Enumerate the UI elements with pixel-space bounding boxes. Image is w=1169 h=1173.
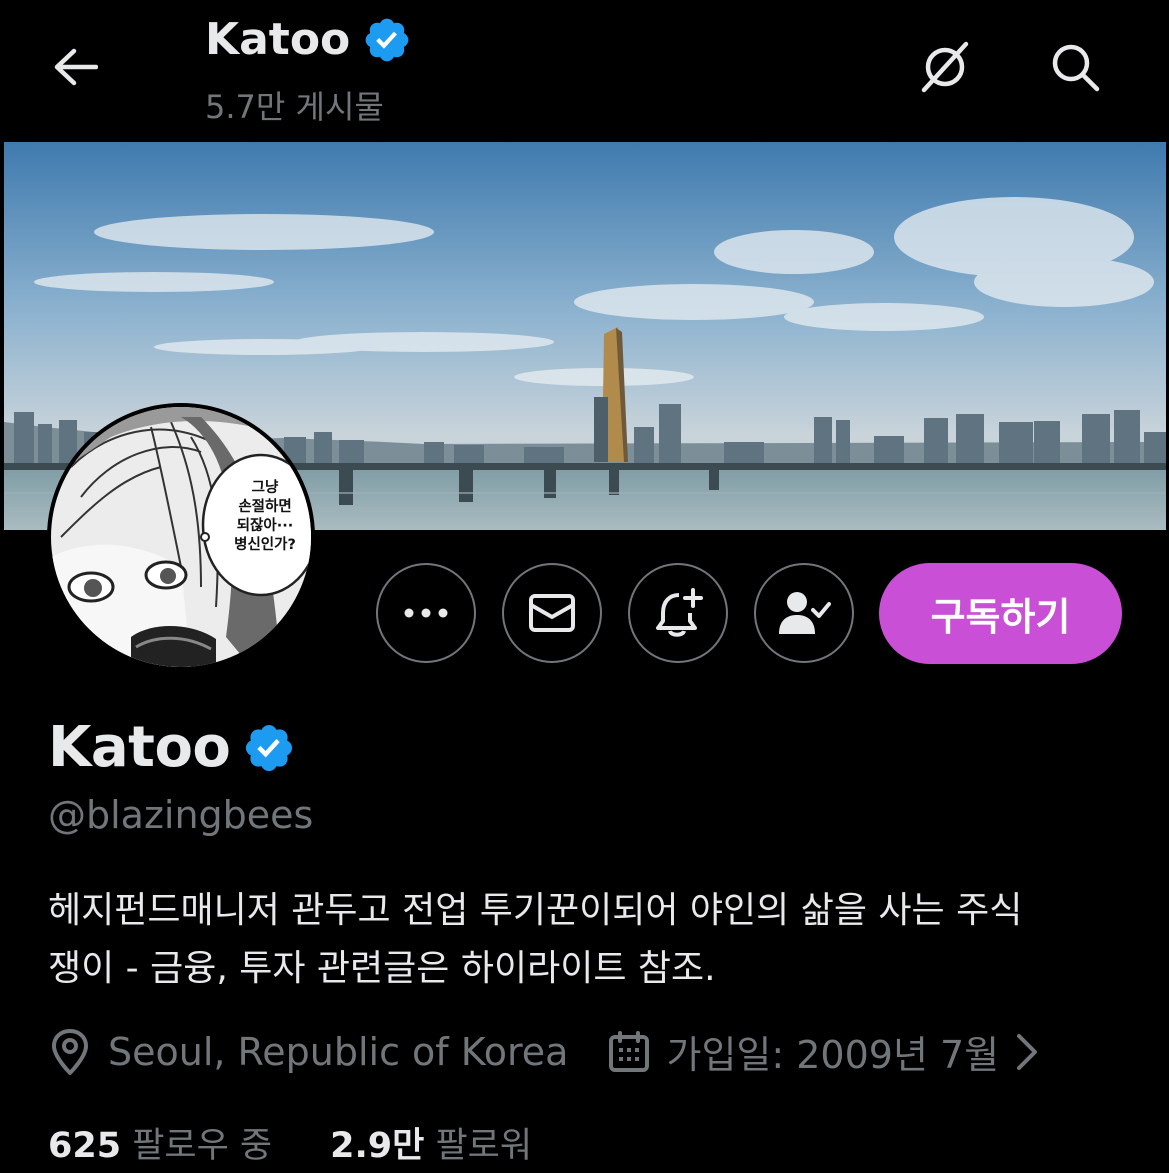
verified-badge-icon: [365, 18, 409, 61]
back-button[interactable]: [40, 32, 110, 102]
following-button[interactable]: [754, 563, 854, 663]
search-icon: [1052, 44, 1100, 92]
following-label: 팔로우 중: [132, 1126, 273, 1166]
top-bar: Katoo 5.7만 게시물: [0, 0, 1169, 140]
arrow-left-icon: [54, 48, 98, 86]
envelope-icon: [529, 594, 575, 632]
bell-plus-icon: [656, 588, 703, 637]
chevron-right-icon: [1017, 1033, 1038, 1070]
location-text: Seoul, Republic of Korea: [108, 1029, 569, 1074]
more-horizontal-icon: [404, 608, 448, 618]
profile-meta: Seoul, Republic of Korea 가입일: 2009년 7월: [48, 1024, 1039, 1079]
post-count: 5.7만 게시물: [205, 88, 384, 126]
bio-line: 헤지펀드매니저 관두고 전업 투기꾼이되어 야인의 삶을 사는 주식: [48, 890, 1023, 931]
search-button[interactable]: [1040, 32, 1110, 102]
person-check-icon: [779, 592, 831, 634]
location-item: Seoul, Republic of Korea: [48, 1028, 568, 1076]
bubble-line: 손절하면: [238, 499, 292, 515]
message-button[interactable]: [502, 563, 602, 663]
calendar-icon: [609, 1030, 650, 1072]
profile-name-row: Katoo: [48, 715, 296, 780]
followers-count: 2.9만: [330, 1126, 425, 1166]
bio-line: 쟁이 - 금융, 투자 관련글은 하이라이트 참조.: [48, 948, 716, 989]
location-pin-icon: [52, 1028, 88, 1075]
bubble-line: 병신인가?: [234, 537, 296, 553]
joined-text: 가입일: 2009년 7월: [666, 1033, 1000, 1077]
grok-button[interactable]: [910, 32, 980, 102]
bubble-line: 되잖아···: [236, 518, 294, 534]
profile-handle: @blazingbees: [48, 793, 314, 837]
profile-bio: 헤지펀드매니저 관두고 전업 투기꾼이되어 야인의 삶을 사는 주식 쟁이 - …: [48, 882, 1128, 998]
more-button[interactable]: [376, 563, 476, 663]
following-count: 625: [48, 1126, 122, 1166]
notify-button[interactable]: [628, 563, 728, 663]
header-name: Katoo: [205, 14, 351, 65]
verified-badge-icon[interactable]: [242, 721, 296, 775]
header-title: Katoo: [205, 14, 412, 65]
avatar-speech-bubble: 그냥 손절하면 되잖아··· 병신인가?: [215, 479, 311, 555]
bubble-line: 그냥: [251, 480, 279, 496]
slashed-circle-icon: [921, 41, 969, 93]
followers-label: 팔로워: [435, 1126, 533, 1166]
followers-link[interactable]: 2.9만 팔로워: [330, 1117, 532, 1168]
profile-name: Katoo: [48, 715, 231, 780]
subscribe-button[interactable]: 구독하기: [879, 563, 1122, 664]
follow-stats: 625 팔로우 중 2.9만 팔로워: [48, 1117, 532, 1168]
avatar[interactable]: 그냥 손절하면 되잖아··· 병신인가?: [47, 403, 315, 671]
joined-item[interactable]: 가입일: 2009년 7월: [608, 1024, 1039, 1079]
following-link[interactable]: 625 팔로우 중: [48, 1117, 272, 1168]
